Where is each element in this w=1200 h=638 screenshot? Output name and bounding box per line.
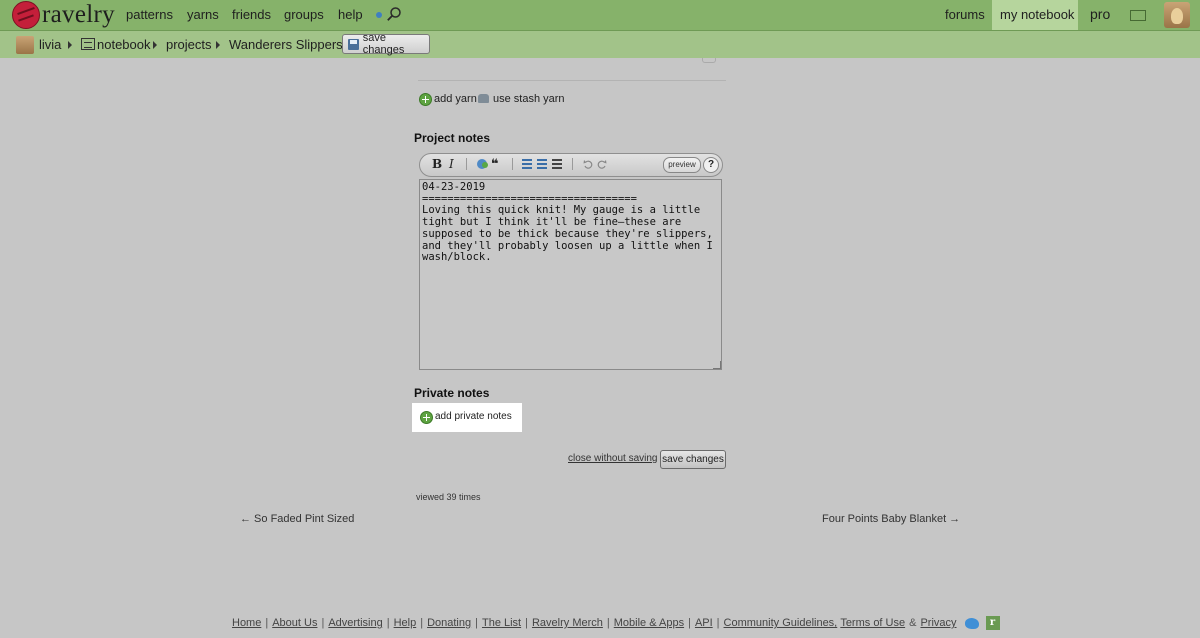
search-icon[interactable] — [386, 6, 402, 22]
nav-groups[interactable]: groups — [284, 7, 324, 22]
footer-link-home[interactable]: Home — [232, 617, 261, 629]
notification-dot-icon — [376, 12, 382, 18]
save-changes-top-label: save changes — [362, 32, 405, 56]
footer-ampersand: & — [909, 617, 917, 629]
footer-link-api[interactable]: API — [695, 617, 713, 629]
use-stash-yarn-link[interactable]: use stash yarn — [493, 93, 565, 105]
breadcrumb-user[interactable]: livia — [39, 37, 61, 52]
toolbar-separator — [466, 158, 467, 170]
nav-friends[interactable]: friends — [232, 7, 271, 22]
view-count: viewed 39 times — [416, 492, 481, 502]
save-changes-top-button[interactable]: save changes — [342, 32, 430, 56]
add-icon[interactable] — [420, 411, 433, 424]
align-icon[interactable] — [552, 159, 562, 169]
quote-button[interactable]: ❝ — [491, 156, 499, 172]
footer: Home | About Us | Advertising | Help | Donat… — [232, 616, 1000, 630]
bold-button[interactable]: B — [432, 157, 442, 171]
nav-help[interactable]: help — [338, 7, 363, 22]
footer-link-donating[interactable]: Donating — [427, 617, 471, 629]
nav-forums[interactable]: forums — [945, 7, 985, 22]
mail-icon[interactable] — [1130, 10, 1146, 21]
nav-yarns[interactable]: yarns — [187, 7, 219, 22]
collapsed-element — [702, 58, 716, 63]
footer-link-terms[interactable]: Terms of Use — [840, 617, 905, 629]
nav-my-notebook[interactable]: my notebook — [1000, 7, 1074, 22]
footer-link-help[interactable]: Help — [394, 617, 417, 629]
footer-link-about[interactable]: About Us — [272, 617, 317, 629]
next-project-link[interactable]: Four Points Baby Blanket → — [822, 513, 960, 525]
nav-patterns[interactable]: patterns — [126, 7, 173, 22]
add-yarn-link[interactable]: add yarn — [434, 93, 477, 105]
nav-pro[interactable]: pro — [1090, 6, 1110, 22]
breadcrumb-project[interactable]: Wanderers Slippers — [229, 37, 343, 52]
footer-link-privacy[interactable]: Privacy — [920, 617, 956, 629]
caret-right-icon — [216, 41, 220, 49]
footer-link-the-list[interactable]: The List — [482, 617, 521, 629]
numbered-list-icon[interactable] — [522, 159, 532, 169]
ravelry-logo[interactable]: ravelry — [12, 1, 115, 29]
italic-button[interactable]: I — [449, 157, 454, 171]
yarn-ball-icon — [12, 1, 40, 29]
disk-icon — [348, 38, 359, 50]
footer-link-advertising[interactable]: Advertising — [328, 617, 382, 629]
caret-right-icon — [68, 41, 72, 49]
stash-icon[interactable] — [478, 94, 489, 103]
project-notes-heading: Project notes — [414, 131, 491, 145]
save-changes-button[interactable]: save changes — [660, 450, 726, 469]
previous-project-link[interactable]: ← So Faded Pint Sized — [240, 513, 354, 525]
resize-handle-icon[interactable] — [713, 361, 721, 369]
bullet-list-icon[interactable] — [537, 159, 547, 169]
close-without-saving-link[interactable]: close without saving — [568, 453, 658, 464]
editor-help-button[interactable]: ? — [703, 157, 719, 173]
caret-right-icon — [153, 41, 157, 49]
project-notes-textarea[interactable]: 04-23-2019 =============================… — [419, 179, 722, 370]
link-icon[interactable] — [477, 159, 488, 169]
user-avatar-icon[interactable] — [16, 36, 34, 54]
add-private-notes-link[interactable]: add private notes — [435, 411, 512, 422]
undo-icon[interactable] — [583, 159, 593, 169]
footer-link-merch[interactable]: Ravelry Merch — [532, 617, 603, 629]
toolbar-separator — [572, 158, 573, 170]
toolbar-separator — [512, 158, 513, 170]
avatar[interactable] — [1164, 2, 1190, 28]
logo-text: ravelry — [42, 1, 115, 28]
add-icon[interactable] — [419, 93, 432, 106]
breadcrumb-projects[interactable]: projects — [166, 37, 212, 52]
notebook-icon — [81, 38, 95, 50]
private-notes-heading: Private notes — [414, 386, 490, 400]
footer-link-guidelines[interactable]: Community Guidelines, — [724, 617, 838, 629]
breadcrumb-notebook[interactable]: notebook — [97, 37, 151, 52]
footer-link-mobile[interactable]: Mobile & Apps — [614, 617, 684, 629]
redo-icon[interactable] — [597, 159, 607, 169]
ravelry-r-icon[interactable]: r — [985, 616, 1000, 630]
divider — [418, 80, 726, 81]
preview-button[interactable]: preview — [663, 157, 701, 173]
twitter-icon[interactable] — [964, 617, 979, 629]
